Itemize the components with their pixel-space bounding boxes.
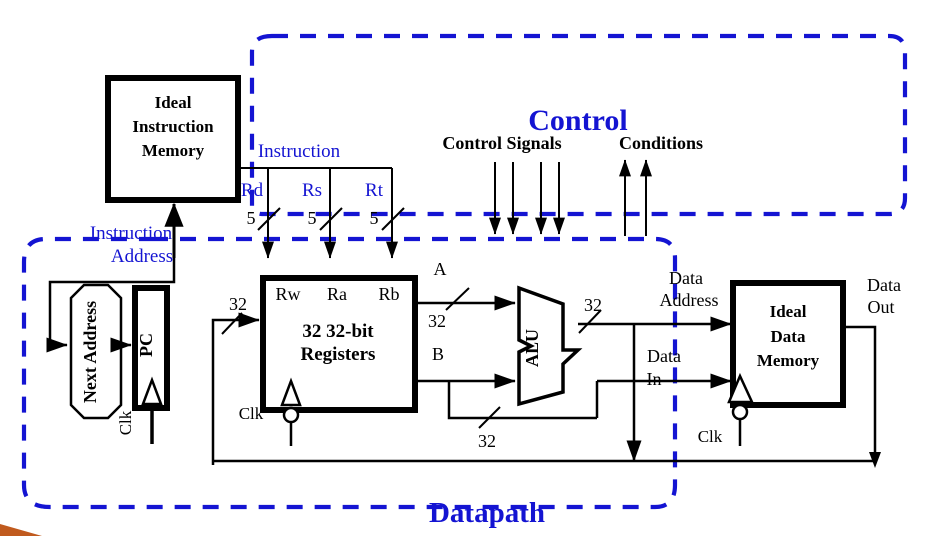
alu-b-bus — [415, 373, 597, 420]
data-memory-clk-label: Clk — [698, 427, 723, 446]
corner-accent-shape — [0, 524, 42, 536]
write-data-width-label: 32 — [229, 294, 247, 314]
data-in-label-2: In — [647, 369, 662, 389]
alu-b-width-label: 32 — [478, 431, 496, 451]
width-label-rs: 5 — [308, 208, 317, 228]
data-memory-label-2: Data — [771, 327, 806, 346]
alu-a-width-label: 32 — [428, 311, 446, 331]
regfile-port-ra: Ra — [327, 284, 347, 304]
alu-label: ALU — [522, 329, 542, 367]
data-address-label-1: Data — [669, 268, 703, 288]
register-file-label-1: 32 32-bit — [302, 321, 374, 342]
diagram-canvas: Control Datapath Ideal Instruction Memor… — [0, 0, 949, 536]
field-label-rs: Rs — [302, 180, 322, 201]
control-signals-label: Control Signals — [442, 133, 561, 153]
next-address-label: Next Address — [80, 301, 100, 403]
register-file-label-2: Registers — [301, 344, 376, 365]
pc-register-label: PC — [136, 333, 156, 357]
alu-a-label: A — [434, 259, 447, 279]
data-memory-clock-inverter-bubble-icon — [731, 403, 749, 421]
instruction-memory-label-2: Instruction — [132, 117, 214, 136]
datapath-region-title: Datapath — [429, 497, 545, 529]
write-data-width-slash — [221, 312, 243, 335]
data-memory-label-1: Ideal — [770, 302, 807, 321]
regfile-clock-inverter-bubble-icon — [282, 406, 300, 424]
field-label-rd: Rd — [241, 180, 264, 201]
datapath-control-diagram: Control Datapath Ideal Instruction Memor… — [0, 33, 908, 536]
write-data-bus — [211, 312, 260, 465]
alu-a-width-slash — [445, 287, 470, 311]
instruction-memory-label-3: Memory — [142, 141, 205, 160]
data-out-label-2: Out — [868, 297, 895, 317]
data-in-wire — [595, 373, 732, 418]
conditions-label: Conditions — [619, 133, 703, 153]
instruction-address-label-2: Address — [111, 246, 173, 267]
instruction-bus-label: Instruction — [258, 141, 341, 162]
alu-b-label: B — [432, 344, 444, 364]
data-in-label-1: Data — [647, 346, 681, 366]
data-memory-label-3: Memory — [757, 351, 820, 370]
pc-clk-label: Clk — [116, 410, 135, 435]
width-label-rd: 5 — [247, 208, 256, 228]
regfile-clk-label: Clk — [239, 404, 264, 423]
regfile-port-rb: Rb — [378, 284, 399, 304]
width-label-rt: 5 — [370, 208, 379, 228]
data-address-label-2: Address — [660, 290, 719, 310]
regfile-port-rw: Rw — [275, 284, 300, 304]
field-label-rt: Rt — [365, 180, 384, 201]
instruction-memory-label-1: Ideal — [155, 93, 192, 112]
data-out-label-1: Data — [867, 275, 901, 295]
condition-arrows — [619, 159, 652, 236]
control-signal-arrows — [489, 162, 565, 235]
instruction-address-label-1: Instruction — [90, 223, 173, 244]
